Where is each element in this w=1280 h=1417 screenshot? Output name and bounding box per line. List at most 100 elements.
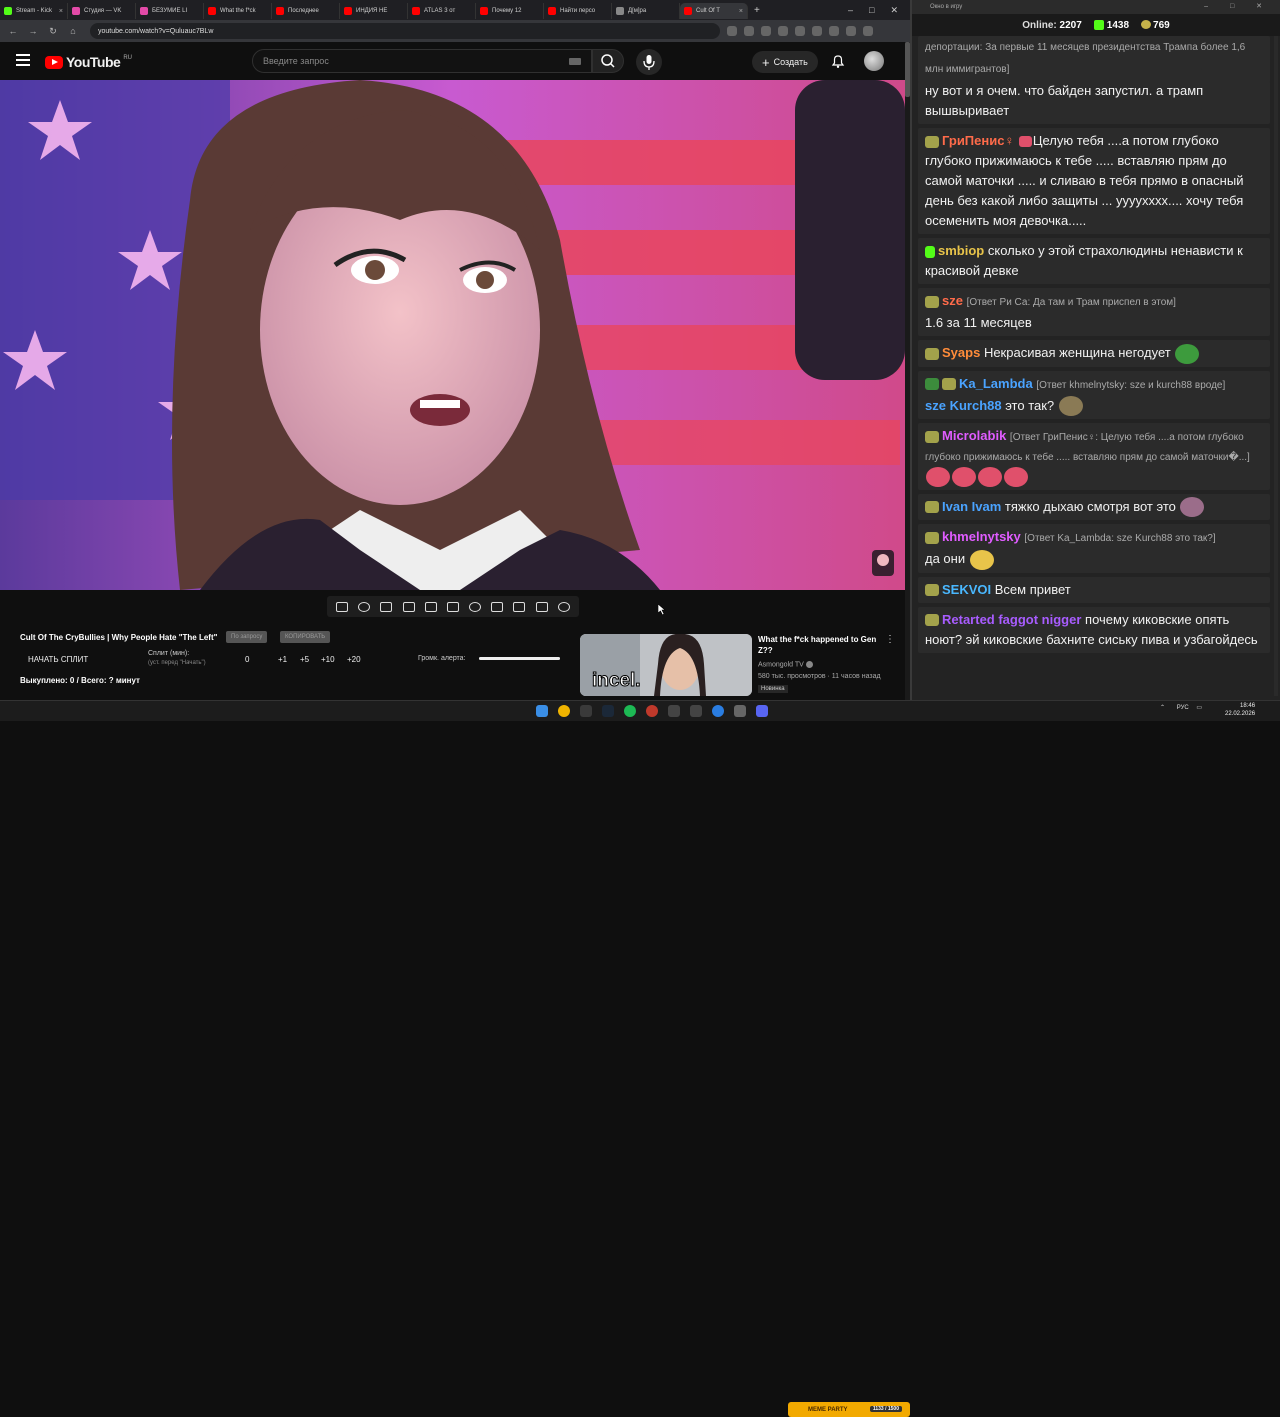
recommended-video-thumbnail[interactable]: incel. [580,634,752,696]
avatar[interactable] [864,51,884,71]
maximize-icon[interactable]: □ [869,5,874,16]
split-plus-20-button[interactable]: +20 [347,655,361,664]
tab-video-5[interactable]: ИНДИЯ НЕ [340,3,408,19]
tab-video-4[interactable]: Последнее [272,3,340,19]
chat-username[interactable]: SEKVOI [942,582,991,597]
alert-volume-label: Громк. алерта: [418,655,466,662]
chat-username[interactable]: ГриПенис♀ [942,133,1014,148]
spotify-icon[interactable] [624,705,636,717]
language-indicator[interactable]: РУС [1177,705,1189,711]
recommended-video-views: 580 тыс. просмотров · 11 часов назад [758,673,881,680]
tab-vk-studio[interactable]: Студия — VK [68,3,136,19]
chat-username[interactable]: sze [942,293,963,308]
chat-scrollbar[interactable] [1274,36,1278,696]
chat-window-controls[interactable]: – □ ✕ [1204,2,1272,10]
reload-icon[interactable]: ↻ [46,26,60,37]
audio-icon[interactable] [358,601,371,612]
url-field[interactable]: youtube.com/watch?v=Quluauc7BLw [90,23,720,39]
clock[interactable]: 18:46 22.02.2026 [1225,702,1255,718]
tab-other[interactable]: Д[м]рa [612,3,680,19]
chevron-up-icon[interactable]: ⌃ [1160,705,1165,711]
tab-video-7[interactable]: Почему 12 [476,3,544,19]
more-options-icon[interactable]: ⋮ [885,634,895,645]
mention-link[interactable]: sze Kurch88 [925,398,1002,413]
meme-party-widget[interactable]: MEME PARTY 1133 / 1500 [788,1402,910,1417]
chrome-icon[interactable] [558,705,570,717]
tab-video-2[interactable]: БЕЗУМИЕ LI [136,3,204,19]
minimize-icon[interactable]: – [848,5,853,16]
film-icon[interactable] [402,601,415,612]
close-window-icon[interactable]: ✕ [890,5,898,16]
rock-emote-icon [1058,396,1083,417]
chat-username[interactable]: Microlabik [942,428,1006,443]
discord-icon[interactable] [756,705,768,717]
recorder-icon[interactable] [646,705,658,717]
back-icon[interactable]: ← [6,26,20,36]
keyboard-icon[interactable] [569,58,581,65]
extension-icon[interactable] [727,26,737,36]
close-icon[interactable]: × [59,8,63,15]
video-player[interactable] [0,80,905,590]
forward-icon[interactable]: → [26,26,40,36]
youtube-icon [276,7,284,15]
menu-icon[interactable] [863,26,873,36]
tab-video-8[interactable]: Найти персо [544,3,612,19]
extension-icon[interactable] [744,26,754,36]
youtube-logo[interactable]: YouTube RU [45,54,132,70]
terminal-icon[interactable] [580,705,592,717]
speed-icon[interactable] [469,601,482,612]
steam-icon[interactable] [602,705,614,717]
extension-icon[interactable] [795,26,805,36]
chat-username[interactable]: smbiop [938,243,984,258]
plus-frame-icon[interactable] [491,601,504,612]
start-split-button[interactable]: НАЧАТЬ СПЛИТ [28,655,88,664]
split-plus-1-button[interactable]: +1 [278,655,287,664]
tab-video-6[interactable]: ATLAS 3 от [408,3,476,19]
picture-in-picture-icon[interactable] [424,601,437,612]
request-button[interactable]: По запросу [226,631,268,643]
subtitles-icon[interactable] [380,601,393,612]
chat-username[interactable]: Ivan Ivam [942,499,1001,514]
app-icon[interactable] [668,705,680,717]
gear-icon[interactable] [557,601,570,612]
chat-username[interactable]: khmelnytsky [942,529,1021,544]
home-icon[interactable]: ⌂ [66,26,80,36]
split-plus-10-button[interactable]: +10 [321,655,335,664]
chat-username[interactable]: Syaps [942,345,980,360]
chat-username[interactable]: Retarted faggot nigger [942,612,1081,627]
flask-icon[interactable] [535,601,548,612]
search-button[interactable] [592,49,624,73]
split-value[interactable]: 0 [245,655,249,664]
alert-volume-slider[interactable] [479,657,560,660]
notifications-bell-icon[interactable] [830,53,846,69]
extension-icon[interactable] [778,26,788,36]
telegram-icon[interactable] [712,705,724,717]
profile-icon[interactable] [846,26,856,36]
coin-counter: 769 [1141,20,1170,31]
voice-search-button[interactable] [636,49,662,75]
loop-icon[interactable] [336,601,349,612]
extension-icon[interactable] [812,26,822,36]
chat-username[interactable]: Ka_Lambda [959,376,1033,391]
network-icon[interactable]: ▭ [1196,705,1202,711]
new-tab-icon[interactable]: + [754,5,760,16]
download-icon[interactable] [829,26,839,36]
app-icon[interactable] [690,705,702,717]
start-icon[interactable] [536,705,548,717]
star-icon[interactable] [761,26,771,36]
recommended-video-title[interactable]: What the f*ck happened to Gen Z?? [758,634,878,656]
split-plus-5-button[interactable]: +5 [300,655,309,664]
screenshot-icon[interactable] [513,601,526,612]
youtube-icon [480,7,488,15]
theater-icon[interactable] [446,601,459,612]
copy-button[interactable]: КОПИРОВАТЬ [280,631,331,643]
search-input[interactable]: Введите запрос [252,49,592,73]
recommended-video-channel[interactable]: Asmongold TV [758,661,813,668]
create-button[interactable]: + Создать [752,51,818,73]
hamburger-menu-icon[interactable] [16,54,30,66]
tab-kick[interactable]: Stream - Kick × [0,3,68,19]
close-icon[interactable]: × [739,8,743,15]
tab-active-video[interactable]: Cult Of T × [680,3,748,19]
app-icon[interactable] [734,705,746,717]
tab-video-3[interactable]: What the f*ck [204,3,272,19]
